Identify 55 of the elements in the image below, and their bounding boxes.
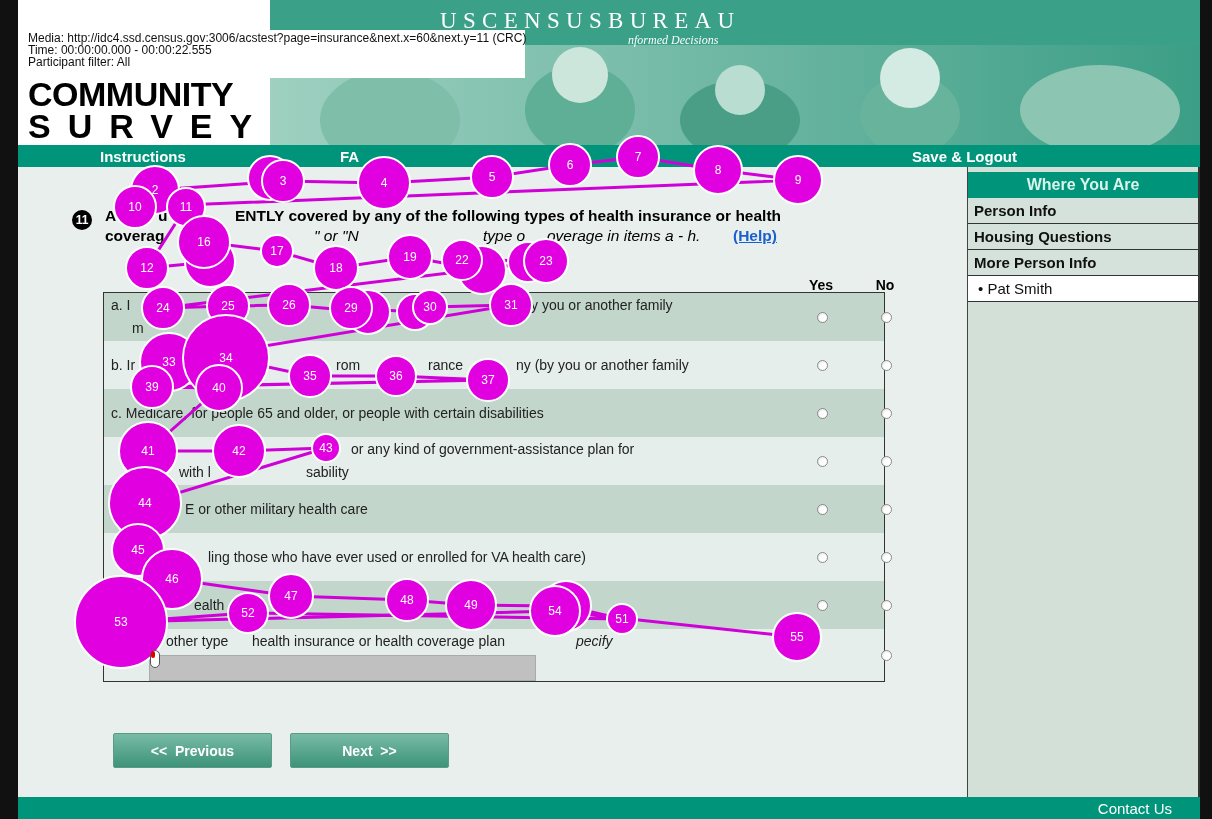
question-text: " or "N xyxy=(314,227,359,245)
sidebar-item[interactable]: Housing Questions xyxy=(968,224,1198,250)
time-text: Time: 00:00:00.000 - 00:00:22.555 xyxy=(28,44,212,56)
radio-button[interactable] xyxy=(880,551,892,563)
logo-text: SURVEY xyxy=(28,110,270,142)
radio-button[interactable] xyxy=(816,551,828,563)
option-text: rom xyxy=(336,356,361,373)
specify-field[interactable] xyxy=(149,655,536,681)
option-text: other type xyxy=(166,633,229,649)
radio-button[interactable] xyxy=(880,599,892,611)
question-text: ENTLY covered by any of the following types of health insurance or health xyxy=(235,207,782,225)
radio-button[interactable] xyxy=(816,455,828,467)
radio-button[interactable] xyxy=(816,503,828,515)
radio-button[interactable] xyxy=(880,311,892,323)
option-text: sability xyxy=(306,464,349,480)
radio-button[interactable] xyxy=(816,407,828,419)
radio-button[interactable] xyxy=(816,599,828,611)
nav-button[interactable]: Next >> xyxy=(290,733,449,768)
mouse-icon xyxy=(150,650,160,668)
agency-name: USCENSUSBUREAU xyxy=(440,8,741,33)
sidebar-title: Where You Are xyxy=(968,172,1198,198)
radio-button[interactable] xyxy=(816,359,828,371)
help-link[interactable]: (Help) xyxy=(733,227,777,245)
radio-button[interactable] xyxy=(880,503,892,515)
question-text: type o xyxy=(483,227,526,245)
tagline: nformed Decisions xyxy=(628,33,719,48)
column-header: No xyxy=(874,277,896,293)
option-text: health insurance or health coverage plan xyxy=(252,633,505,649)
radio-button[interactable] xyxy=(816,311,828,323)
option-text: a. I xyxy=(111,297,131,313)
option-text: with l xyxy=(179,464,211,480)
radio-button[interactable] xyxy=(880,359,892,371)
question-number: 11 xyxy=(72,210,92,230)
option-text: ling those who have ever used or enrolled for VA health care) xyxy=(208,548,586,565)
option-text: E or other military health care xyxy=(185,500,368,517)
radio-button[interactable] xyxy=(880,649,892,661)
radio-button[interactable] xyxy=(880,455,892,467)
option-text: or any kind of government-assistance plan for xyxy=(351,441,635,457)
sidebar-item[interactable]: More Person Info xyxy=(968,250,1198,276)
contact-link[interactable]: Contact Us xyxy=(1097,799,1172,817)
question-text: overage in items a - h. xyxy=(547,227,701,245)
question-text: coverag xyxy=(105,227,165,245)
radio-button[interactable] xyxy=(880,407,892,419)
logo-text: COMMUNITY xyxy=(28,78,235,110)
nav-link[interactable]: Instructions xyxy=(100,147,186,165)
option-text: rance xyxy=(428,356,464,373)
option-text: y you or another family xyxy=(531,297,673,313)
nav-link[interactable]: Save & Logout xyxy=(912,147,1017,165)
sidebar-item[interactable]: • Pat Smith xyxy=(968,276,1198,302)
nav-button[interactable]: << Previous xyxy=(113,733,272,768)
option-text: ny (by you or another family xyxy=(516,356,689,373)
column-header: Yes xyxy=(807,277,835,293)
nav-link[interactable]: FA xyxy=(340,147,360,165)
filter-text: Participant filter: All xyxy=(28,56,132,68)
sidebar-item[interactable]: Person Info xyxy=(968,198,1198,224)
